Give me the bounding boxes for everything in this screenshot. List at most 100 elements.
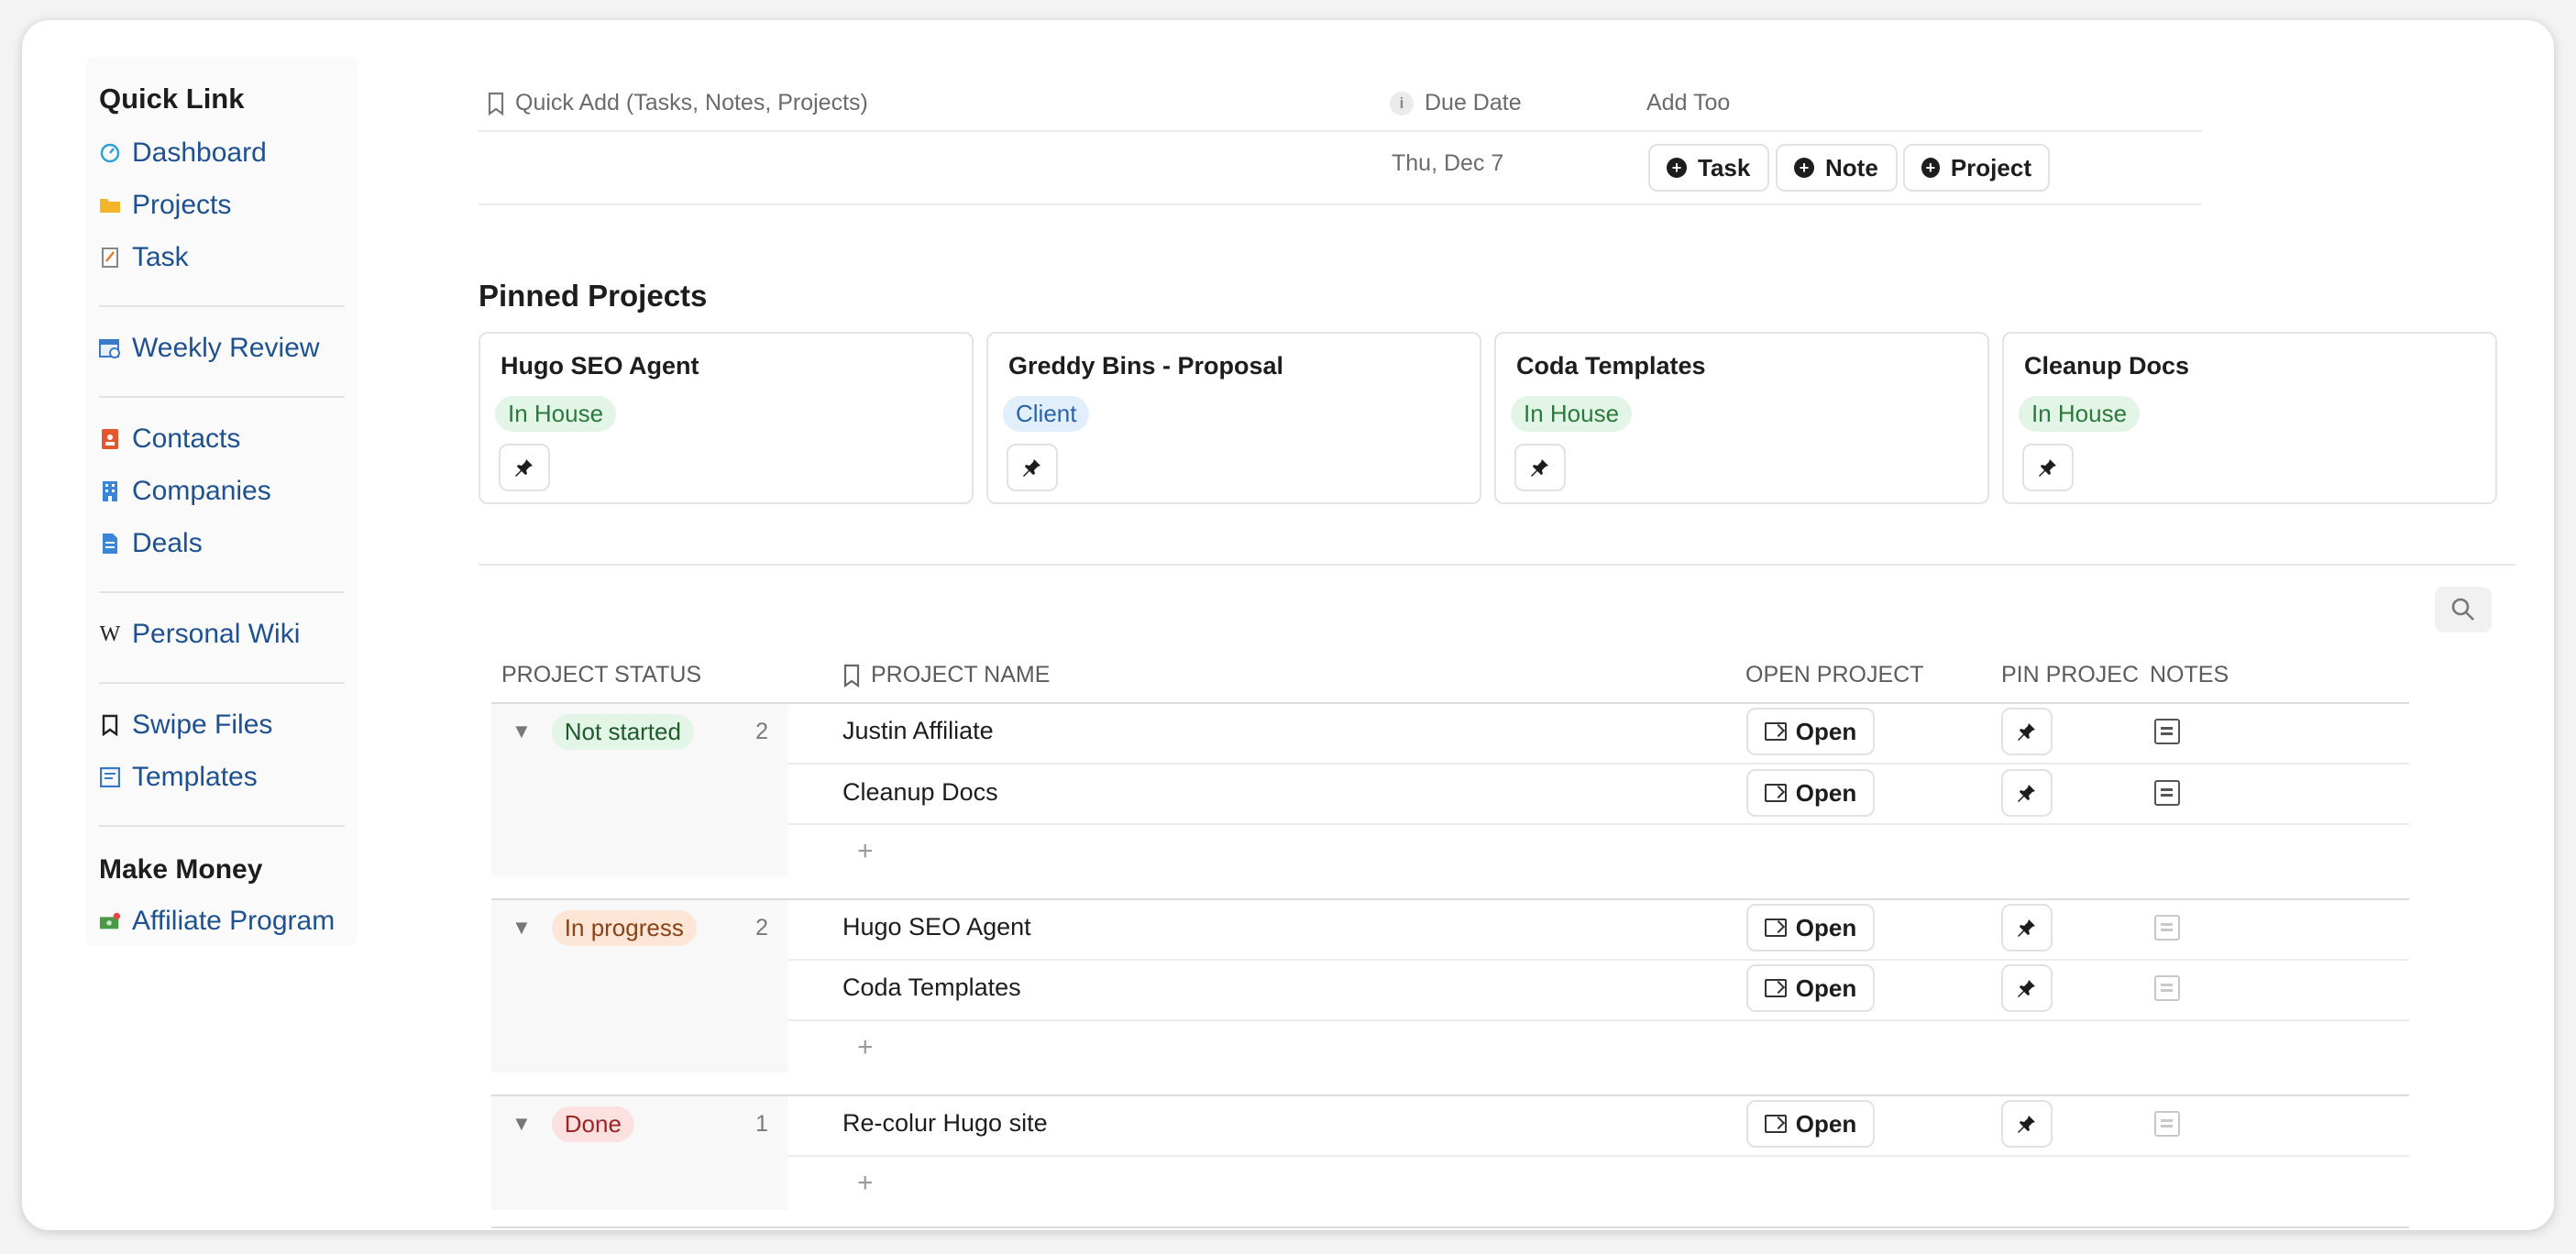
group-count: 2 — [755, 914, 768, 940]
divider — [788, 763, 2409, 764]
plus-circle-icon: + — [1921, 158, 1940, 178]
pin-project-button[interactable] — [2001, 708, 2053, 755]
pin-button[interactable] — [2022, 444, 2074, 491]
add-task-button[interactable]: + Task — [1648, 144, 1769, 192]
pin-project-button[interactable] — [2001, 769, 2053, 817]
notes-icon[interactable] — [2154, 719, 2180, 744]
button-label: Open — [1795, 913, 1857, 941]
open-project-button[interactable]: Open — [1746, 964, 1875, 1012]
pinned-card-name: Greddy Bins - Proposal — [1008, 352, 1284, 380]
open-project-button[interactable]: Open — [1746, 769, 1875, 817]
pin-button[interactable] — [1514, 444, 1566, 491]
notes-icon[interactable] — [2154, 780, 2180, 806]
divider — [479, 564, 2515, 566]
group-count: 2 — [755, 718, 768, 744]
column-header-open[interactable]: OPEN PROJECT — [1745, 662, 1923, 688]
sidebar-heading-quick-link: Quick Link — [99, 82, 245, 115]
bookmark-icon — [843, 664, 860, 688]
notes-icon[interactable] — [2154, 915, 2180, 940]
add-note-button[interactable]: + Note — [1776, 144, 1898, 192]
sidebar-item-swipe-files[interactable]: Swipe Files — [99, 710, 272, 741]
add-row-button[interactable]: + — [857, 836, 874, 867]
open-project-button[interactable]: Open — [1746, 1100, 1875, 1148]
notes-icon[interactable] — [2154, 975, 2180, 1001]
column-header-status[interactable]: PROJECT STATUS — [501, 662, 701, 688]
group-header[interactable]: ▼ Not started 2 — [491, 704, 788, 759]
sidebar-item-companies[interactable]: Companies — [99, 476, 271, 507]
status-badge: In progress — [551, 909, 697, 946]
pinned-card[interactable]: Cleanup Docs In House — [2002, 332, 2497, 504]
sidebar-item-personal-wiki[interactable]: W Personal Wiki — [99, 619, 301, 650]
divider — [99, 396, 345, 398]
sidebar-item-projects[interactable]: Projects — [99, 190, 231, 221]
button-label: Open — [1795, 717, 1857, 745]
sidebar-item-label: Deals — [132, 528, 203, 558]
pin-project-button[interactable] — [2001, 964, 2053, 1012]
add-row-button[interactable]: + — [857, 1168, 874, 1199]
due-date-value[interactable]: Thu, Dec 7 — [1392, 150, 1503, 177]
sidebar-heading-make-money: Make Money — [99, 854, 263, 885]
divider — [479, 130, 2202, 132]
add-too-header: Add Too — [1646, 90, 1731, 116]
add-project-button[interactable]: + Project — [1903, 144, 2050, 192]
sidebar-item-label: Task — [132, 242, 189, 272]
open-project-button[interactable]: Open — [1746, 708, 1875, 755]
divider — [99, 682, 345, 684]
sidebar-item-affiliate-program[interactable]: Affiliate Program — [99, 906, 335, 937]
sidebar-item-label: Swipe Files — [132, 710, 273, 740]
button-label: Open — [1795, 778, 1857, 807]
sidebar-item-label: Weekly Review — [132, 333, 320, 363]
quick-add-label: Quick Add (Tasks, Notes, Projects) — [515, 90, 868, 116]
column-header-notes[interactable]: NOTES — [2150, 662, 2229, 688]
divider — [99, 591, 345, 593]
pinned-card[interactable]: Coda Templates In House — [1494, 332, 1989, 504]
project-name-cell[interactable]: Cleanup Docs — [842, 778, 998, 807]
pin-button[interactable] — [1007, 444, 1058, 491]
pushpin-icon — [2039, 459, 2056, 477]
pinned-card-name: Hugo SEO Agent — [501, 352, 699, 380]
table-search-button[interactable] — [2435, 587, 2492, 632]
sidebar-item-weekly-review[interactable]: Weekly Review — [99, 333, 320, 364]
collapse-triangle-icon[interactable]: ▼ — [512, 916, 532, 940]
group-header[interactable]: ▼ In progress 2 — [491, 900, 788, 955]
group-header[interactable]: ▼ Done 1 — [491, 1096, 788, 1151]
collapse-triangle-icon[interactable]: ▼ — [512, 720, 532, 743]
project-name-cell[interactable]: Justin Affiliate — [842, 717, 994, 745]
category-tag: In House — [2019, 396, 2141, 432]
sidebar-item-templates[interactable]: Templates — [99, 762, 258, 793]
info-icon: i — [1390, 91, 1414, 116]
project-name-cell[interactable]: Hugo SEO Agent — [842, 913, 1031, 941]
pushpin-icon — [2018, 919, 2035, 937]
column-header-pin[interactable]: PIN PROJEC — [2001, 662, 2139, 688]
document-icon — [99, 533, 121, 555]
pushpin-icon — [1531, 459, 1548, 477]
open-project-button[interactable]: Open — [1746, 904, 1875, 952]
project-name-cell[interactable]: Re-colur Hugo site — [842, 1109, 1048, 1138]
project-name-cell[interactable]: Coda Templates — [842, 974, 1021, 1002]
column-header-name[interactable]: PROJECT NAME — [843, 662, 1050, 688]
status-badge: Not started — [551, 713, 694, 750]
divider — [99, 305, 345, 307]
add-row-button[interactable]: + — [857, 1032, 874, 1063]
pinned-card[interactable]: Greddy Bins - Proposal Client — [986, 332, 1481, 504]
pin-project-button[interactable] — [2001, 904, 2053, 952]
pinned-card-name: Cleanup Docs — [2024, 352, 2190, 380]
divider — [99, 825, 345, 827]
sidebar: Quick Link Dashboard Projects Task Weekl… — [86, 57, 358, 946]
button-label: Open — [1795, 974, 1857, 1002]
open-icon — [1764, 918, 1787, 937]
pinned-card[interactable]: Hugo SEO Agent In House — [479, 332, 974, 504]
divider — [788, 823, 2409, 825]
sidebar-item-contacts[interactable]: Contacts — [99, 424, 240, 455]
pin-project-button[interactable] — [2001, 1100, 2053, 1148]
sidebar-item-dashboard[interactable]: Dashboard — [99, 138, 267, 169]
sidebar-item-task[interactable]: Task — [99, 242, 189, 273]
notes-icon[interactable] — [2154, 1111, 2180, 1137]
pin-button[interactable] — [499, 444, 550, 491]
pushpin-icon — [2018, 723, 2035, 741]
divider — [788, 1155, 2409, 1157]
collapse-triangle-icon[interactable]: ▼ — [512, 1112, 532, 1136]
sidebar-item-deals[interactable]: Deals — [99, 528, 203, 559]
search-icon — [2451, 598, 2474, 621]
due-date-header: i Due Date — [1390, 90, 1522, 116]
